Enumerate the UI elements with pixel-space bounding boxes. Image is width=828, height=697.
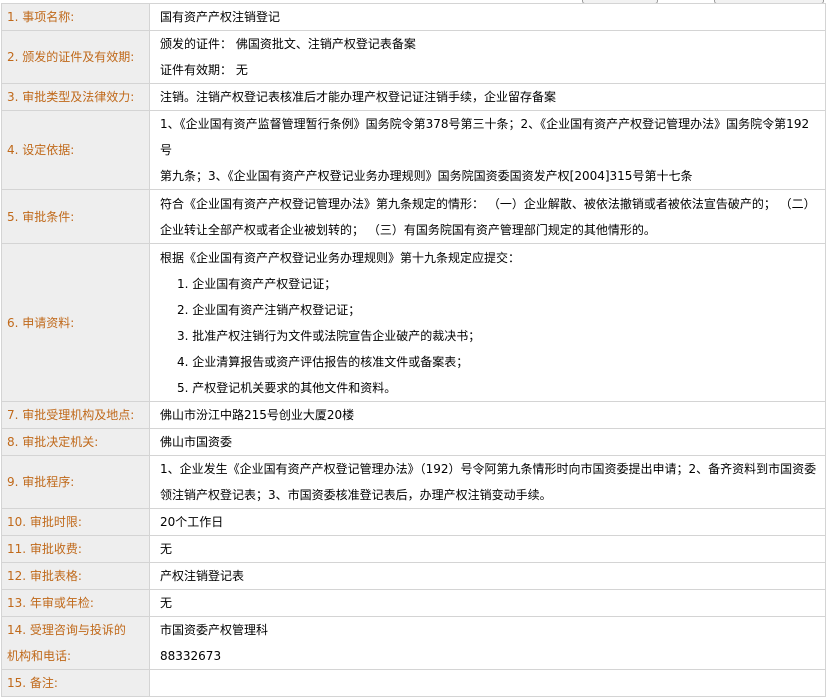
table-row: 6. 申请资料: 根据《企业国有资产产权登记业务办理规则》第十九条规定应提交： … — [1, 243, 826, 402]
row-label: 10. 审批时限: — [1, 508, 150, 536]
row-label: 7. 审批受理机构及地点: — [1, 401, 150, 429]
row-value — [149, 669, 826, 697]
row-label: 8. 审批决定机关: — [1, 428, 150, 456]
row-value: 市国资委产权管理科 88332673 — [149, 616, 826, 670]
table-row: 1. 事项名称: 国有资产产权注销登记 — [1, 3, 826, 31]
list-item: 4. 企业清算报告或资产评估报告的核准文件或备案表； — [177, 354, 469, 369]
row-value: 颁发的证件： 佛国资批文、注销产权登记表备案 证件有效期： 无 — [149, 30, 826, 84]
row-value: 符合《企业国有资产产权登记管理办法》第九条规定的情形： （一）企业解散、被依法撤… — [149, 189, 826, 244]
table-row: 15. 备注: — [1, 669, 826, 697]
info-table: 1. 事项名称: 国有资产产权注销登记 2. 颁发的证件及有效期: 颁发的证件：… — [1, 3, 826, 697]
row-value: 1、企业发生《企业国有资产产权登记管理办法》（192）号令阿第九条情形时向市国资… — [149, 455, 826, 509]
row-value: 20个工作日 — [149, 508, 826, 536]
list-item: 3. 批准产权注销行为文件或法院宣告企业破产的裁决书； — [177, 328, 481, 343]
row-value: 佛山市国资委 — [149, 428, 826, 456]
row-label: 12. 审批表格: — [1, 562, 150, 590]
row-value: 国有资产产权注销登记 — [149, 3, 826, 31]
table-row: 2. 颁发的证件及有效期: 颁发的证件： 佛国资批文、注销产权登记表备案 证件有… — [1, 30, 826, 84]
table-row: 5. 审批条件: 符合《企业国有资产产权登记管理办法》第九条规定的情形： （一）… — [1, 189, 826, 244]
row-label: 4. 设定依据: — [1, 110, 150, 190]
row-label: 11. 审批收费: — [1, 535, 150, 563]
table-row: 11. 审批收费: 无 — [1, 535, 826, 563]
list-item: 5. 产权登记机关要求的其他文件和资料。 — [177, 380, 397, 395]
table-row: 14. 受理咨询与投诉的 机构和电话: 市国资委产权管理科 88332673 — [1, 616, 826, 670]
row-label: 3. 审批类型及法律效力: — [1, 83, 150, 111]
row-label: 2. 颁发的证件及有效期: — [1, 30, 150, 84]
row-label: 9. 审批程序: — [1, 455, 150, 509]
row-value: 无 — [149, 535, 826, 563]
row-label: 6. 申请资料: — [1, 243, 150, 402]
table-row: 13. 年审或年检: 无 — [1, 589, 826, 617]
row-label: 5. 审批条件: — [1, 189, 150, 244]
row-value: 注销。注销产权登记表核准后才能办理产权登记证注销手续，企业留存备案 — [149, 83, 826, 111]
table-row: 8. 审批决定机关: 佛山市国资委 — [1, 428, 826, 456]
list-item: 1. 企业国有资产产权登记证； — [177, 276, 337, 291]
table-row: 12. 审批表格: 产权注销登记表 — [1, 562, 826, 590]
table-row: 3. 审批类型及法律效力: 注销。注销产权登记表核准后才能办理产权登记证注销手续… — [1, 83, 826, 111]
row-value: 根据《企业国有资产产权登记业务办理规则》第十九条规定应提交： 1. 企业国有资产… — [149, 243, 826, 402]
row-value: 1、《企业国有资产监督管理暂行条例》国务院令第378号第三十条；2、《企业国有资… — [149, 110, 826, 190]
row-label: 13. 年审或年检: — [1, 589, 150, 617]
table-row: 4. 设定依据: 1、《企业国有资产监督管理暂行条例》国务院令第378号第三十条… — [1, 110, 826, 190]
row-value: 无 — [149, 589, 826, 617]
table-row: 7. 审批受理机构及地点: 佛山市汾江中路215号创业大厦20楼 — [1, 401, 826, 429]
table-row: 9. 审批程序: 1、企业发生《企业国有资产产权登记管理办法》（192）号令阿第… — [1, 455, 826, 509]
row-label: 14. 受理咨询与投诉的 机构和电话: — [1, 616, 150, 670]
row-value: 佛山市汾江中路215号创业大厦20楼 — [149, 401, 826, 429]
list-item: 2. 企业国有资产注销产权登记证； — [177, 302, 361, 317]
row-value: 产权注销登记表 — [149, 562, 826, 590]
row-label: 1. 事项名称: — [1, 3, 150, 31]
table-row: 10. 审批时限: 20个工作日 — [1, 508, 826, 536]
row-label: 15. 备注: — [1, 669, 150, 697]
